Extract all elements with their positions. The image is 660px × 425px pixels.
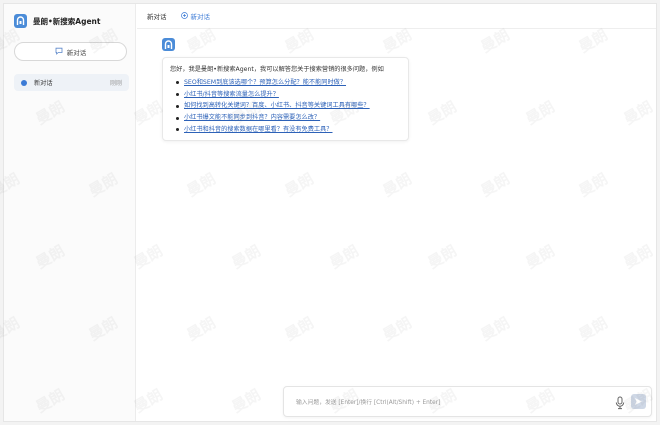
suggestion-link[interactable]: 小红书爆文能不能同步到抖音？内容需要怎么改？ [184,112,320,124]
chat-bubble-icon [55,47,63,57]
header: 新对话 新对话 [137,4,656,29]
new-chat-tab[interactable]: 新对话 [180,11,211,21]
bot-message: 您好，我是曼朗•新搜索Agent，我可以解答您关于搜索营销的很多问题，例如 SE… [162,57,409,141]
conversation-label: 新对话 [34,80,53,87]
suggestion-link[interactable]: 如何找到高转化关键词？百度、小红书、抖音等关键词工具有哪些？ [184,100,370,112]
suggestion-link[interactable]: 小红书/抖音等搜索流量怎么提升？ [184,89,279,101]
new-chat-label: 新对话 [66,48,87,57]
new-chat-tab-label: 新对话 [190,13,211,21]
suggestion-item: 小红书/抖音等搜索流量怎么提升？ [170,89,401,101]
suggestion-item: 如何找到高转化关键词？百度、小红书、抖音等关键词工具有哪些？ [170,100,401,112]
suggestion-item: SEO和SEM到底该选哪个？预算怎么分配？能不能同时做？ [170,77,401,89]
plus-circle-icon [180,11,188,21]
brand: 曼朗•新搜索Agent [14,13,100,29]
mic-icon[interactable] [614,395,626,410]
suggestion-link[interactable]: 小红书和抖音的搜索数据在哪里看？有没有免费工具？ [184,124,333,136]
suggestion-item: 小红书爆文能不能同步到抖音？内容需要怎么改？ [170,112,401,124]
message-intro: 您好，我是曼朗•新搜索Agent，我可以解答您关于搜索营销的很多问题，例如 [170,66,384,73]
conversation-time: 刚刚 [109,80,122,87]
conversation-item[interactable]: 新对话 刚刚 [14,74,129,91]
suggestion-item: 小红书和抖音的搜索数据在哪里看？有没有免费工具？ [170,124,401,136]
chat-input-box [283,386,652,417]
suggestion-link[interactable]: SEO和SEM到底该选哪个？预算怎么分配？能不能同时做？ [184,77,346,89]
logo-icon [14,14,27,28]
chat-input[interactable] [296,396,596,409]
breadcrumb: 新对话 [147,13,167,21]
bot-avatar-icon [162,38,175,51]
sidebar: 曼朗•新搜索Agent 新对话 新对话 刚刚 [4,4,136,421]
conversation-dot-icon [21,79,27,86]
brand-title: 曼朗•新搜索Agent [33,16,101,26]
new-chat-button[interactable]: 新对话 [14,42,127,61]
suggestion-list: SEO和SEM到底该选哪个？预算怎么分配？能不能同时做？ 小红书/抖音等搜索流量… [170,77,401,136]
send-icon [635,398,642,405]
send-button[interactable] [631,394,646,409]
